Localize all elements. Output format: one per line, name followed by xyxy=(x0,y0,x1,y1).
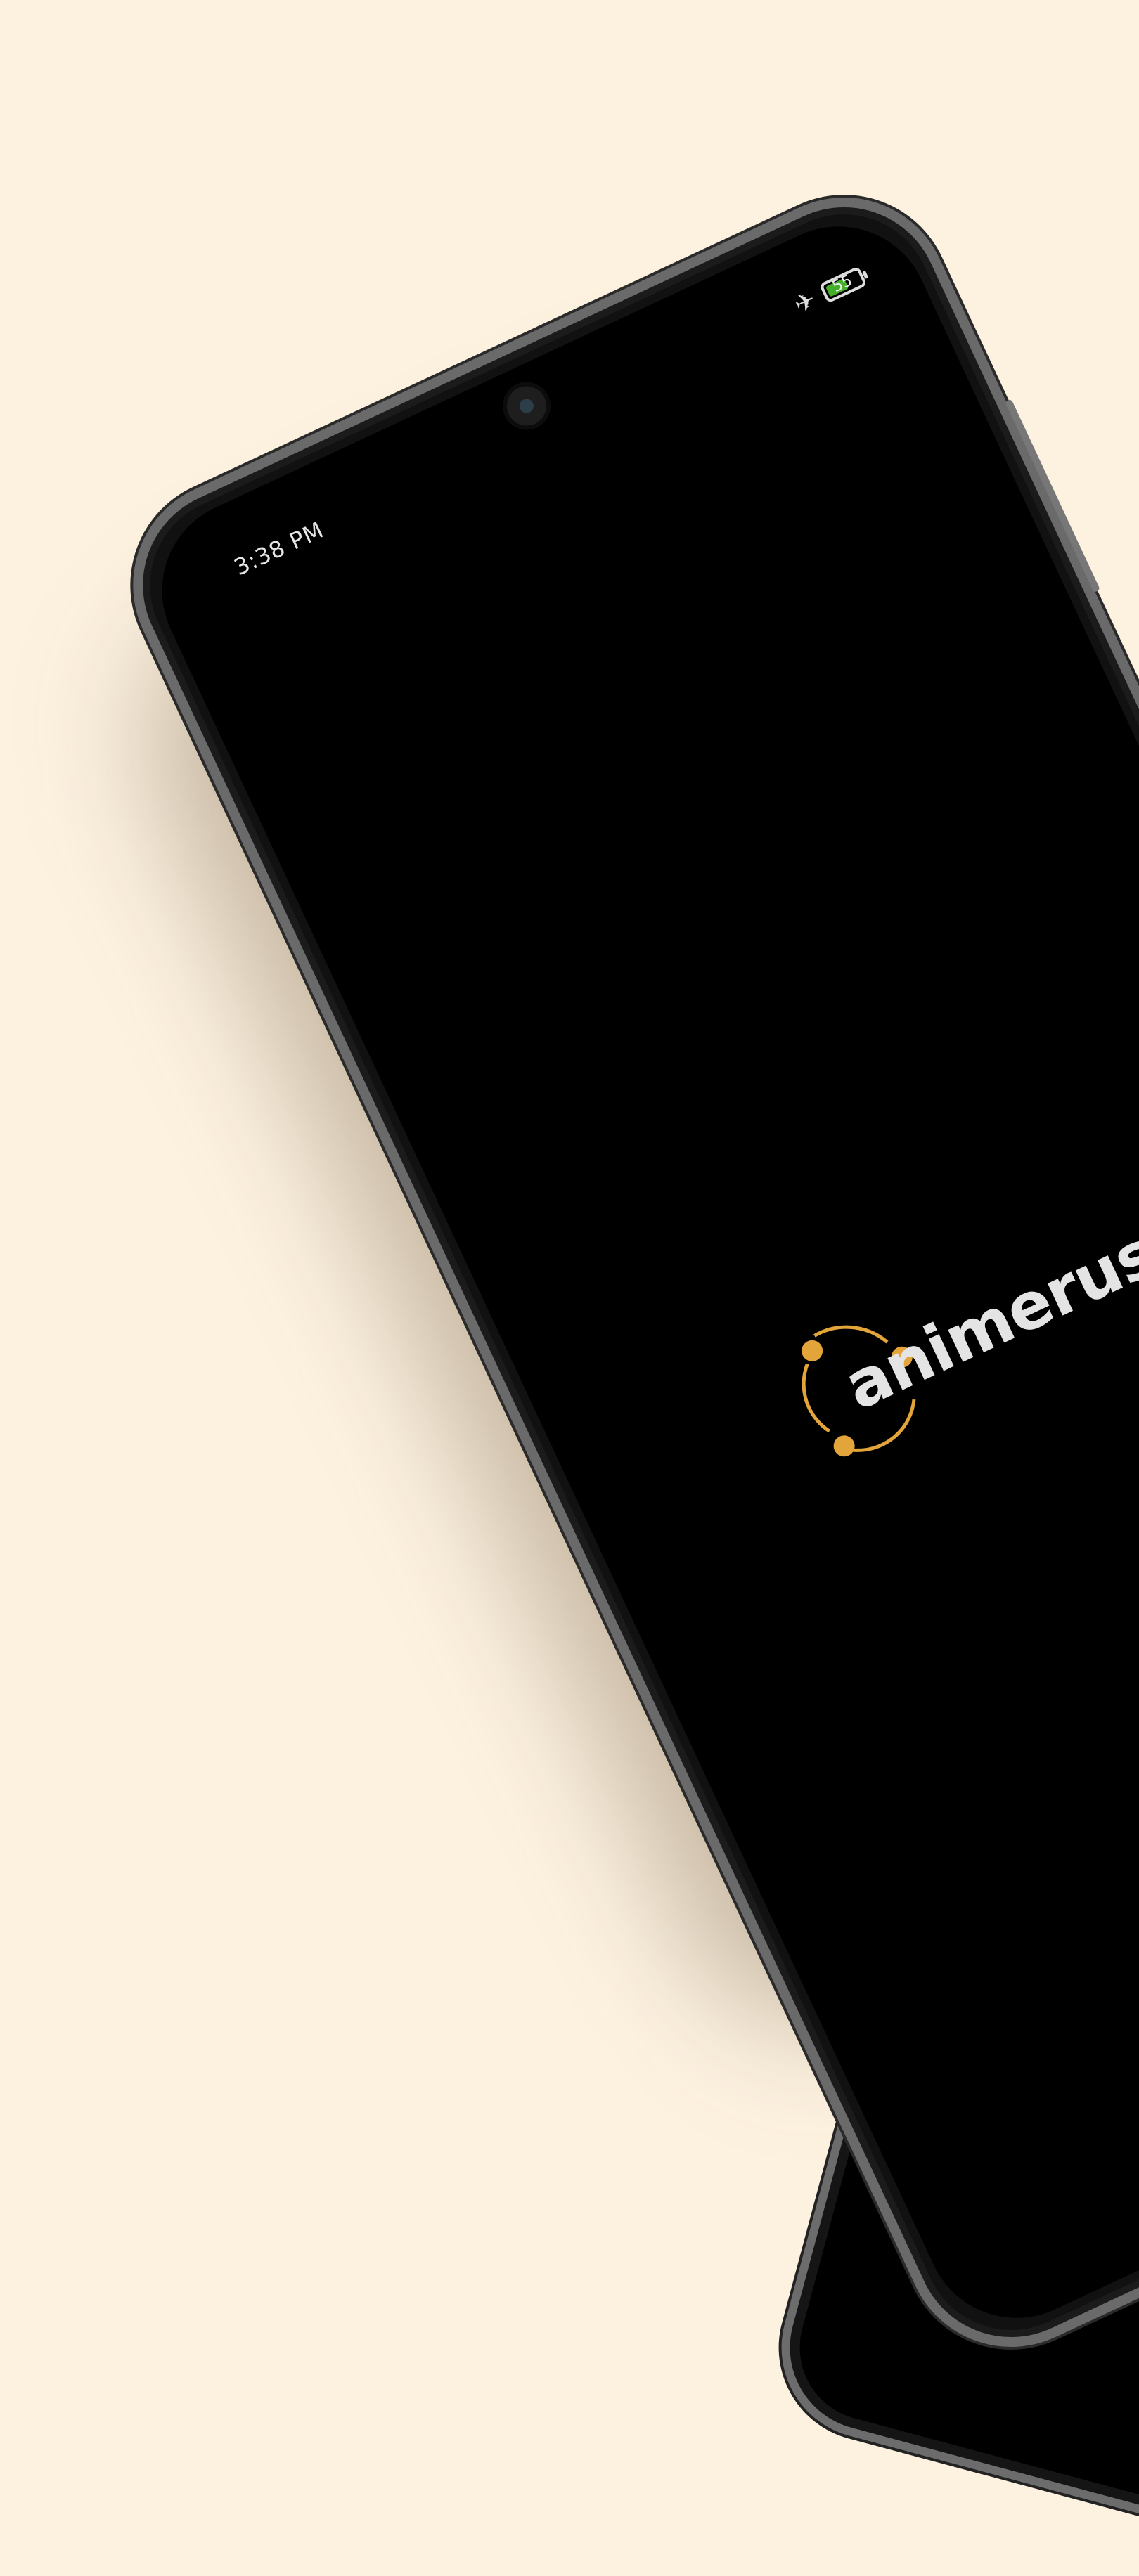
battery-icon: 55 xyxy=(818,266,868,304)
front-camera xyxy=(500,380,553,432)
battery-level: 55 xyxy=(830,271,856,297)
status-icons: ✈ 55 xyxy=(790,263,869,319)
airplane-icon: ✈ xyxy=(790,285,821,320)
phone-frame: 3:38 PM ✈ 55 animerush xyxy=(98,162,1139,2382)
splash-screen: 3:38 PM ✈ 55 animerush xyxy=(131,196,1139,2348)
app-logo: animerush xyxy=(774,1194,1139,1476)
status-time: 3:38 PM xyxy=(230,516,328,581)
